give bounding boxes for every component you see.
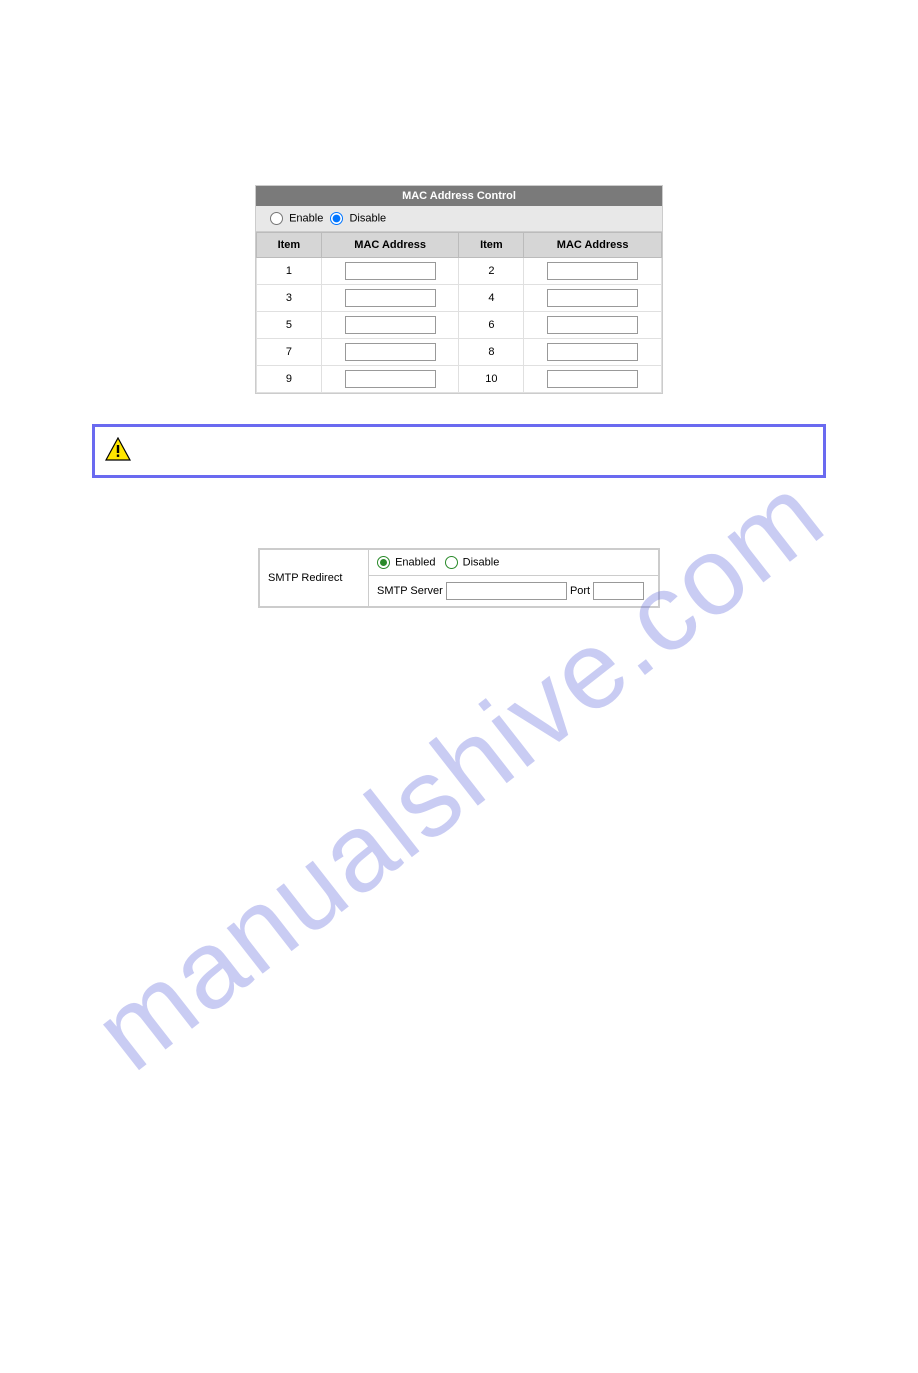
disable-label: Disable bbox=[463, 556, 500, 568]
item-number: 4 bbox=[459, 285, 524, 312]
warning-notice-box bbox=[92, 424, 826, 478]
smtp-fields-row: SMTP Server Port bbox=[369, 576, 659, 607]
item-number: 3 bbox=[257, 285, 322, 312]
disable-label: Disable bbox=[349, 212, 386, 224]
smtp-redirect-label: SMTP Redirect bbox=[260, 550, 369, 607]
port-label: Port bbox=[570, 585, 590, 597]
mac-input[interactable] bbox=[547, 289, 638, 307]
mac-input[interactable] bbox=[345, 316, 436, 334]
col-item: Item bbox=[459, 233, 524, 258]
item-number: 7 bbox=[257, 339, 322, 366]
table-row: 1 2 bbox=[257, 258, 662, 285]
port-input[interactable] bbox=[593, 582, 644, 600]
table-row: 9 10 bbox=[257, 366, 662, 393]
item-number: 8 bbox=[459, 339, 524, 366]
col-item: Item bbox=[257, 233, 322, 258]
mac-input[interactable] bbox=[547, 316, 638, 334]
smtp-redirect-panel: SMTP Redirect Enabled Disable SMTP Serve… bbox=[258, 548, 660, 608]
panel-title: MAC Address Control bbox=[256, 186, 662, 206]
table-row: 3 4 bbox=[257, 285, 662, 312]
mac-input[interactable] bbox=[345, 289, 436, 307]
smtp-server-input[interactable] bbox=[446, 582, 567, 600]
enabled-label: Enabled bbox=[395, 556, 435, 568]
enabled-radio[interactable] bbox=[377, 556, 390, 569]
col-mac: MAC Address bbox=[524, 233, 662, 258]
enable-label: Enable bbox=[289, 212, 323, 224]
mac-input[interactable] bbox=[345, 262, 436, 280]
mac-address-control-panel: MAC Address Control Enable Disable Item … bbox=[255, 185, 663, 394]
smtp-radio-row: Enabled Disable bbox=[369, 550, 659, 576]
mac-input[interactable] bbox=[345, 370, 436, 388]
enable-disable-row: Enable Disable bbox=[256, 206, 662, 232]
disable-radio[interactable] bbox=[330, 212, 343, 225]
item-number: 5 bbox=[257, 312, 322, 339]
mac-input[interactable] bbox=[547, 343, 638, 361]
mac-input[interactable] bbox=[547, 262, 638, 280]
item-number: 1 bbox=[257, 258, 322, 285]
disable-radio[interactable] bbox=[445, 556, 458, 569]
table-header-row: Item MAC Address Item MAC Address bbox=[257, 233, 662, 258]
smtp-server-label: SMTP Server bbox=[377, 585, 443, 597]
watermark-text: manualshive.com bbox=[71, 450, 847, 1096]
table-row: 7 8 bbox=[257, 339, 662, 366]
item-number: 10 bbox=[459, 366, 524, 393]
table-row: 5 6 bbox=[257, 312, 662, 339]
mac-table: Item MAC Address Item MAC Address 1 2 3 … bbox=[256, 232, 662, 393]
warning-icon bbox=[105, 437, 131, 464]
item-number: 9 bbox=[257, 366, 322, 393]
enable-radio[interactable] bbox=[270, 212, 283, 225]
item-number: 2 bbox=[459, 258, 524, 285]
col-mac: MAC Address bbox=[321, 233, 459, 258]
mac-input[interactable] bbox=[345, 343, 436, 361]
mac-input[interactable] bbox=[547, 370, 638, 388]
item-number: 6 bbox=[459, 312, 524, 339]
